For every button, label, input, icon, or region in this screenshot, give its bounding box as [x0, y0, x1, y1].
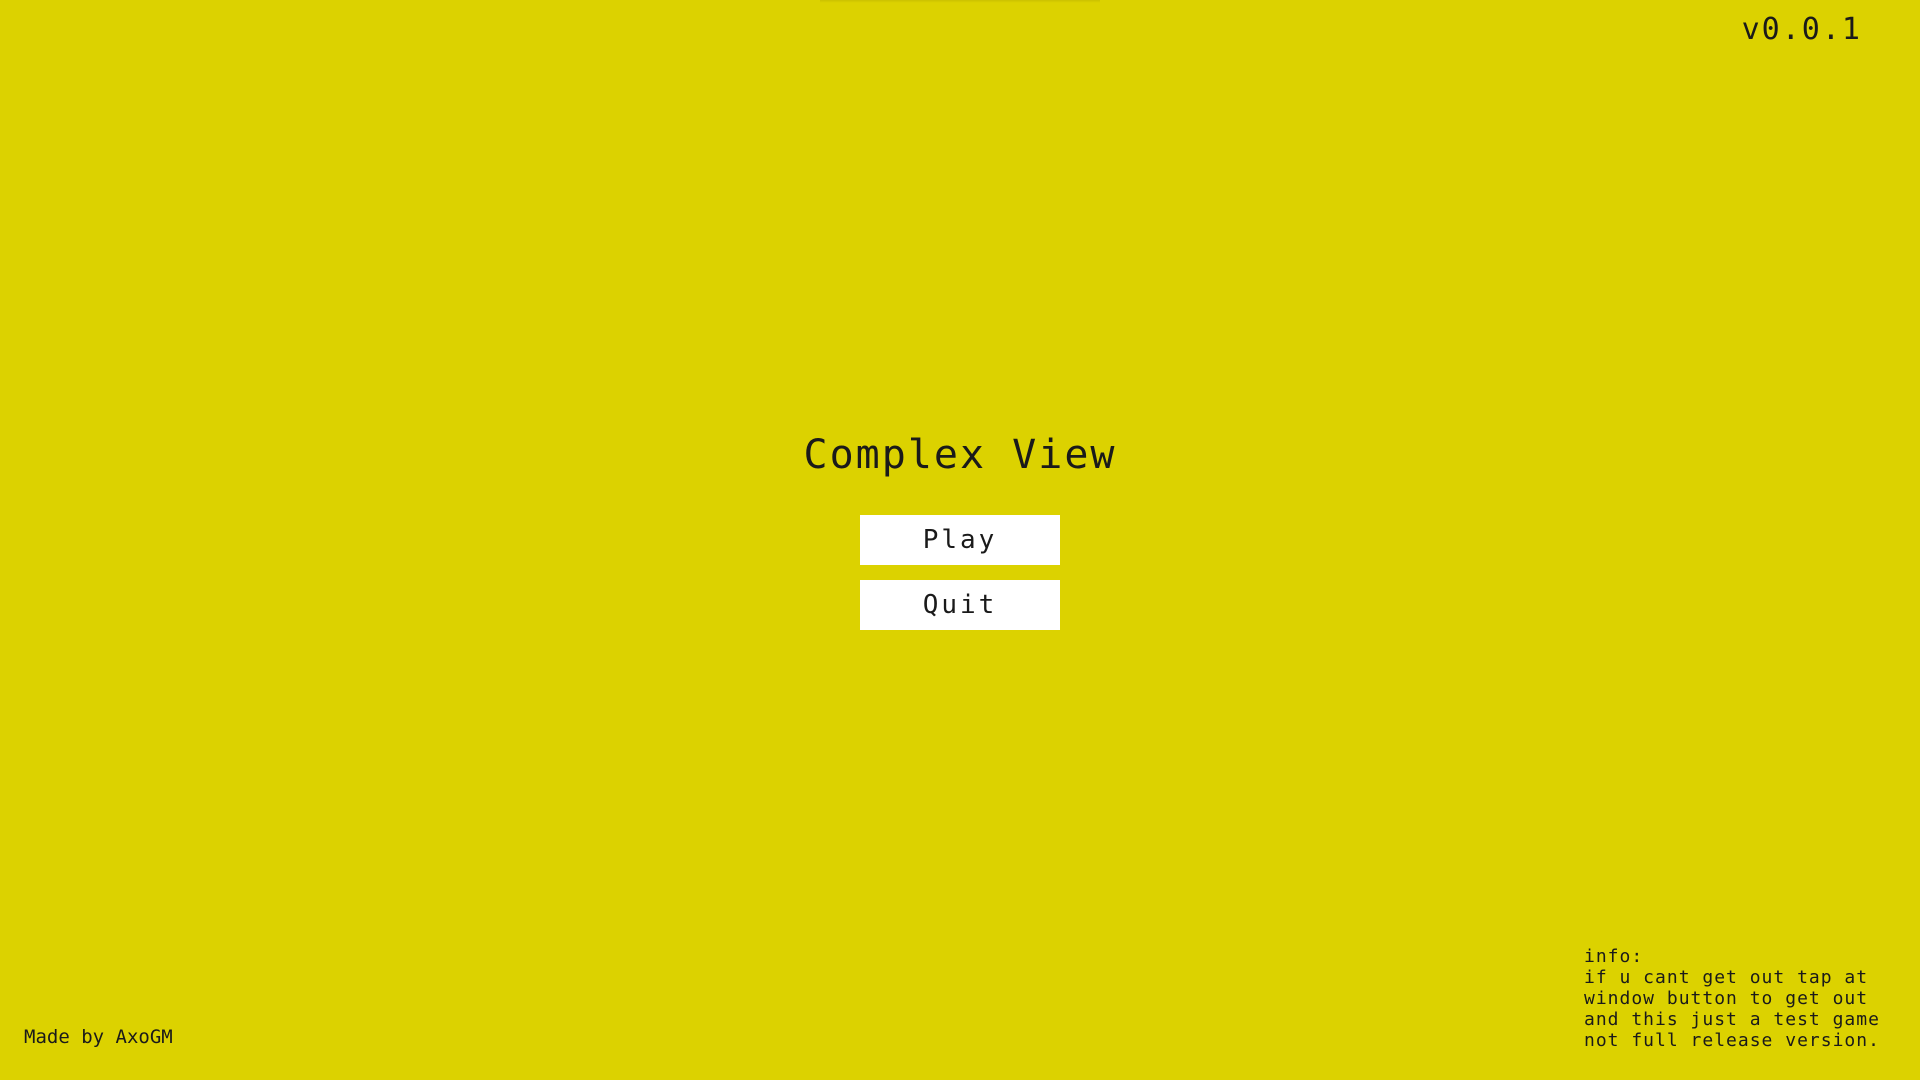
- top-edge-shadow: [820, 0, 1100, 3]
- game-title: Complex View: [803, 432, 1117, 478]
- version-label: v0.0.1: [1741, 12, 1862, 47]
- info-line: window button to get out: [1584, 988, 1869, 1009]
- credit-label: Made by AxoGM: [24, 1026, 173, 1048]
- info-line: and this just a test game: [1584, 1009, 1880, 1030]
- info-panel: info: if u cant get out tap at window bu…: [1584, 946, 1880, 1051]
- info-line: not full release version.: [1584, 1030, 1880, 1051]
- play-button[interactable]: Play: [860, 515, 1060, 565]
- info-heading: info:: [1584, 946, 1644, 967]
- info-line: if u cant get out tap at: [1584, 967, 1869, 988]
- quit-button[interactable]: Quit: [860, 580, 1060, 630]
